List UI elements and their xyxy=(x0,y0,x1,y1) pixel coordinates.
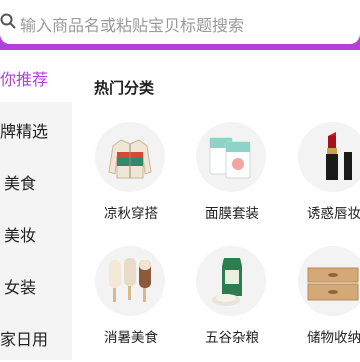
category-label: 凉秋穿搭 xyxy=(104,206,158,222)
sidebar-item-beauty[interactable]: 美妆 xyxy=(0,206,72,258)
sidebar-item-label: 美食 xyxy=(4,174,37,193)
sidebar-item-label: 女装 xyxy=(4,278,37,297)
category-grains[interactable]: 五谷杂粮 xyxy=(182,246,282,356)
category-label: 五谷杂粮 xyxy=(205,330,259,346)
rice-bag-icon xyxy=(196,246,266,316)
top-search-bar: 输入商品名或粘贴宝贝标题搜索 xyxy=(0,0,360,50)
sidebar-item-recommend[interactable]: 为你推荐 xyxy=(0,50,72,102)
sidebar-item-women[interactable]: 女装 xyxy=(0,258,72,310)
sidebar-item-brands[interactable]: 品牌精选 xyxy=(0,102,72,154)
category-jacket[interactable]: 凉秋穿搭 xyxy=(81,122,181,232)
sidebar-item-home[interactable]: 居家日用 xyxy=(0,310,72,362)
category-content: 热门分类 凉秋穿搭 面膜套装 诱惑唇妆 消暑美食 五谷杂粮 储物收纳 xyxy=(72,50,360,360)
jacket-icon xyxy=(95,122,165,192)
sidebar-item-label: 为你推荐 xyxy=(0,70,49,89)
sidebar-item-food[interactable]: 美食 xyxy=(0,154,72,206)
category-sidebar: 为你推荐 品牌精选 美食 美妆 女装 居家日用 xyxy=(0,50,72,360)
search-placeholder: 输入商品名或粘贴宝贝标题搜索 xyxy=(20,16,245,35)
sidebar-item-label: 居家日用 xyxy=(0,330,49,349)
sidebar-item-label: 美妆 xyxy=(4,226,37,245)
search-input[interactable]: 输入商品名或粘贴宝贝标题搜索 xyxy=(0,0,360,44)
face-mask-icon xyxy=(196,122,266,192)
category-label: 消暑美食 xyxy=(104,330,158,346)
category-face-mask[interactable]: 面膜套装 xyxy=(182,122,282,232)
sidebar-item-label: 品牌精选 xyxy=(0,122,49,141)
popsicle-icon xyxy=(95,246,165,316)
category-label: 诱惑唇妆 xyxy=(307,206,360,222)
lipstick-icon xyxy=(298,122,360,192)
category-lipstick[interactable]: 诱惑唇妆 xyxy=(284,122,360,232)
section-title: 热门分类 xyxy=(94,79,155,97)
category-label: 储物收纳 xyxy=(307,330,360,346)
category-popsicle[interactable]: 消暑美食 xyxy=(81,246,181,356)
search-icon xyxy=(0,13,16,29)
category-label: 面膜套装 xyxy=(205,206,259,222)
storage-box-icon xyxy=(298,246,360,316)
category-storage[interactable]: 储物收纳 xyxy=(284,246,360,356)
